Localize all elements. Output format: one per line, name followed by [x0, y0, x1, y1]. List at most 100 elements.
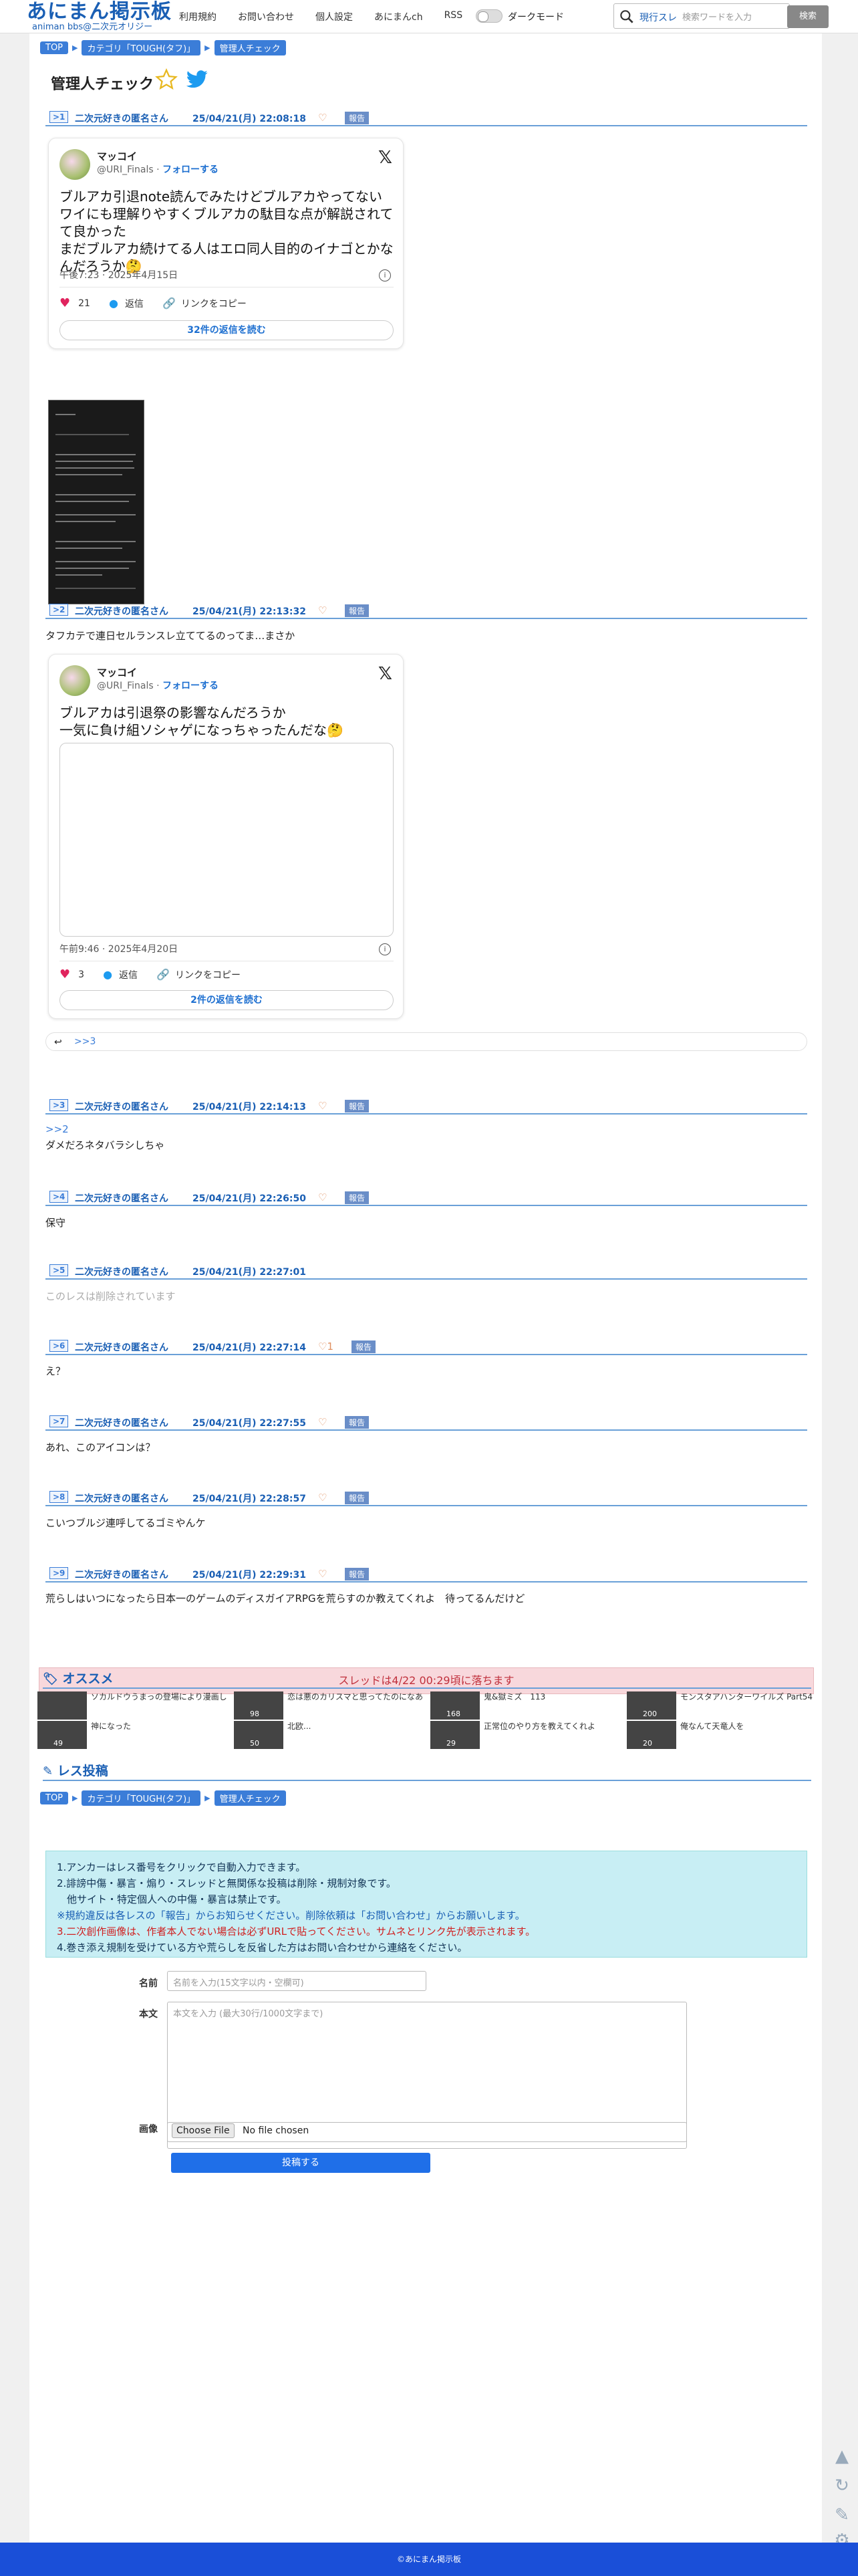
attached-image-thumbnail[interactable] — [48, 400, 144, 604]
heart-icon[interactable]: ♡ — [318, 1492, 327, 1504]
reply-bubble-icon[interactable]: ● — [109, 297, 118, 310]
recommend-item[interactable]: 20 俺なんて天竜人を — [627, 1721, 821, 1749]
favorite-star-icon[interactable] — [155, 68, 178, 91]
thumb-line — [55, 494, 136, 495]
recommend-count: 50 — [247, 1739, 262, 1748]
site-logo[interactable]: あにまん掲示板 animan bbs@二次元オリジー — [27, 1, 172, 32]
post-number[interactable]: >3 — [49, 1099, 69, 1111]
link-icon[interactable]: 🔗 — [156, 968, 170, 981]
name-input[interactable]: 名前を入力(15文字以内・空欄可) — [167, 1971, 426, 1991]
read-replies-button[interactable]: 2件の返信を読む — [59, 990, 394, 1010]
heart-icon[interactable]: ♡ — [318, 112, 327, 124]
heart-icon[interactable]: ♡ — [318, 1416, 327, 1428]
copy-link-label[interactable]: リンクをコピー — [175, 968, 241, 981]
nav-rss[interactable]: RSS — [444, 10, 463, 23]
avatar[interactable] — [59, 665, 90, 696]
nav-terms[interactable]: 利用規約 — [179, 10, 217, 23]
follow-button[interactable]: フォローする — [162, 681, 219, 691]
recommend-item[interactable]: 49 神になった — [37, 1721, 231, 1749]
tweet-time[interactable]: 午前9:46 · 2025年4月20日 — [59, 942, 178, 955]
post-number[interactable]: >1 — [49, 111, 69, 123]
recommend-item[interactable]: 98 恋は悪のカリスマと思ってたのになあ — [234, 1691, 428, 1720]
recommend-item[interactable]: 200 モンスタアハンターワイルズ Part54 — [627, 1691, 821, 1720]
read-replies-button[interactable]: 32件の返信を読む — [59, 320, 394, 340]
reply-anchor-link[interactable]: >>3 — [74, 1036, 96, 1047]
tweet-username[interactable]: マッコイ — [97, 149, 137, 163]
search-button[interactable]: 検索 — [787, 5, 829, 28]
breadcrumb-current[interactable]: 管理人チェック — [214, 40, 286, 55]
post-body: ダメだろネタバラシしちゃ — [45, 1139, 165, 1151]
reply-list-box[interactable]: ↩ >>3 — [45, 1032, 807, 1051]
post-header: >5 二次元好きの匿名さん 25/04/21(月) 22:27:01 — [45, 1264, 807, 1280]
refresh-icon[interactable]: ↻ — [830, 2474, 854, 2498]
reply-label[interactable]: 返信 — [119, 968, 138, 981]
info-icon[interactable]: i — [379, 269, 391, 281]
report-button[interactable]: 報告 — [345, 1191, 370, 1204]
post-number[interactable]: >7 — [49, 1415, 69, 1427]
heart-icon[interactable]: ♡ — [318, 1191, 327, 1203]
heart-icon[interactable]: ♡ — [318, 604, 327, 616]
tweet-media[interactable] — [59, 743, 394, 937]
post-number[interactable]: >9 — [49, 1567, 69, 1579]
breadcrumb-top[interactable]: TOP — [40, 41, 69, 54]
heart-icon[interactable]: ♡ — [318, 1100, 327, 1112]
recommend-item[interactable]: 50 北欧... — [234, 1721, 428, 1749]
edit-icon[interactable]: ✎ — [830, 2503, 854, 2527]
post-number[interactable]: >8 — [49, 1491, 69, 1503]
nav-animanch[interactable]: あにまんch — [374, 10, 423, 23]
post-body: こいつブルジ連呼してるゴミやんケ — [45, 1517, 206, 1529]
search-scope-select[interactable]: 現行スレ — [639, 11, 677, 24]
report-button[interactable]: 報告 — [351, 1340, 376, 1353]
info-icon[interactable]: i — [379, 943, 391, 955]
scroll-top-icon[interactable]: ▲ — [830, 2444, 854, 2468]
post-author: 二次元好きの匿名さん — [75, 1102, 168, 1113]
recommend-item[interactable]: ソカルドウうまっの登場により漫画し — [37, 1691, 231, 1720]
post-header: >4 二次元好きの匿名さん 25/04/21(月) 22:26:50 ♡ 報告 — [45, 1190, 807, 1206]
report-button[interactable]: 報告 — [345, 1492, 370, 1504]
image-file-input[interactable]: Choose File No file chosen — [167, 2122, 687, 2142]
embedded-tweet[interactable]: マッコイ @URI_Finals · フォローする 𝕏 ブルアカは引退祭の影響な… — [48, 654, 404, 1019]
report-button[interactable]: 報告 — [345, 604, 370, 617]
follow-button[interactable]: フォローする — [162, 164, 219, 175]
search-input[interactable]: 検索ワードを入力 — [682, 10, 752, 23]
reply-bubble-icon[interactable]: ● — [103, 968, 112, 981]
breadcrumb-top[interactable]: TOP — [40, 1792, 69, 1804]
dark-mode-toggle[interactable] — [476, 9, 503, 23]
link-icon[interactable]: 🔗 — [162, 297, 176, 310]
twitter-share-icon[interactable] — [186, 70, 208, 90]
like-heart-icon[interactable]: ♥ — [59, 296, 70, 310]
post-number[interactable]: >2 — [49, 604, 69, 616]
reply-label[interactable]: 返信 — [125, 297, 144, 310]
recommend-item[interactable]: 29 正常位のやり方を教えてくれよ — [430, 1721, 624, 1749]
heart-icon[interactable]: ♡ — [318, 1568, 327, 1580]
report-button[interactable]: 報告 — [345, 1416, 370, 1429]
tweet-time[interactable]: 午後7:23 · 2025年4月15日 — [59, 268, 178, 281]
x-logo-icon[interactable]: 𝕏 — [378, 148, 392, 168]
search-box[interactable]: 現行スレ 検索ワードを入力 — [613, 3, 790, 29]
avatar[interactable] — [59, 149, 90, 180]
post-author: 二次元好きの匿名さん — [75, 1418, 168, 1429]
post-number[interactable]: >5 — [49, 1264, 69, 1276]
like-heart-icon[interactable]: ♥ — [59, 967, 70, 981]
x-logo-icon[interactable]: 𝕏 — [378, 664, 392, 684]
breadcrumb-category[interactable]: カテゴリ「TOUGH(タフ)」 — [82, 1790, 201, 1806]
breadcrumb-current[interactable]: 管理人チェック — [214, 1790, 286, 1806]
post-number[interactable]: >6 — [49, 1340, 69, 1352]
post-number[interactable]: >4 — [49, 1191, 69, 1203]
recommend-item[interactable]: 168 鬼&獄ミズ 113 — [430, 1691, 624, 1720]
nav-contact[interactable]: お問い合わせ — [238, 10, 294, 23]
choose-file-button[interactable]: Choose File — [172, 2123, 235, 2138]
report-button[interactable]: 報告 — [345, 112, 370, 124]
chevron-right-icon: ▶ — [204, 43, 210, 52]
thumb-line — [55, 461, 133, 462]
submit-post-button[interactable]: 投稿する — [171, 2153, 430, 2173]
tweet-username[interactable]: マッコイ — [97, 665, 137, 679]
copy-link-label[interactable]: リンクをコピー — [181, 297, 247, 310]
post-anchor-link[interactable]: >>2 — [45, 1122, 69, 1137]
breadcrumb-category[interactable]: カテゴリ「TOUGH(タフ)」 — [82, 40, 201, 55]
report-button[interactable]: 報告 — [345, 1100, 370, 1113]
report-button[interactable]: 報告 — [345, 1568, 370, 1580]
embedded-tweet[interactable]: マッコイ @URI_Finals · フォローする 𝕏 ブルアカ引退note読ん… — [48, 138, 404, 349]
heart-icon[interactable]: ♡1 — [318, 1340, 333, 1353]
nav-settings[interactable]: 個人設定 — [315, 10, 353, 23]
